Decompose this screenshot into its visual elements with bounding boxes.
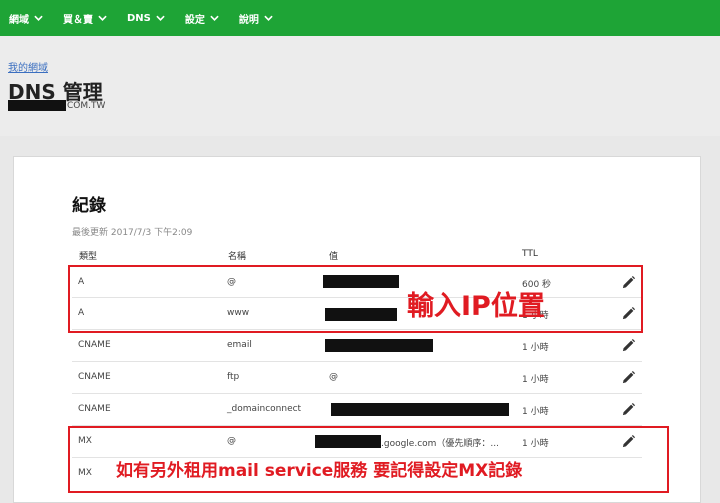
edit-record-button[interactable] xyxy=(621,338,636,353)
redacted-value xyxy=(331,403,509,416)
redacted-domain xyxy=(8,100,66,111)
breadcrumb-my-domains[interactable]: 我的網域 xyxy=(8,59,48,74)
domain-name: COM.TW xyxy=(8,99,105,111)
chevron-down-icon xyxy=(34,15,43,21)
table-row: CNAME ftp @ 1 小時 xyxy=(72,361,642,393)
nav-label: DNS xyxy=(127,12,151,24)
domain-suffix: COM.TW xyxy=(67,101,106,111)
chevron-down-icon xyxy=(264,15,273,21)
nav-buy-sell[interactable]: 買＆賣 xyxy=(63,11,107,26)
nav-label: 設定 xyxy=(184,14,205,26)
last-updated: 最後更新 2017/7/3 下午2:09 xyxy=(72,228,193,238)
redacted-value xyxy=(325,339,433,352)
chevron-down-icon xyxy=(98,15,107,21)
records-title: 紀錄 xyxy=(72,196,106,216)
nav-help[interactable]: 說明 xyxy=(239,11,273,26)
nav-label: 說明 xyxy=(238,14,259,26)
pencil-icon xyxy=(622,402,636,416)
nav-dns[interactable]: DNS xyxy=(127,13,165,24)
record-name: ftp xyxy=(227,372,240,382)
record-value: @ xyxy=(329,372,338,382)
chevron-down-icon xyxy=(156,15,165,21)
nav-domains[interactable]: 網域 xyxy=(9,11,43,26)
record-ttl: 1 小時 xyxy=(522,407,549,417)
record-ttl: 1 小時 xyxy=(522,343,549,353)
edit-record-button[interactable] xyxy=(621,370,636,385)
table-row: CNAME _domainconnect 1 小時 xyxy=(72,393,642,425)
record-name: _domainconnect xyxy=(227,404,302,414)
record-type: CNAME xyxy=(78,340,111,350)
column-header-ttl: TTL xyxy=(522,249,538,259)
table-header: 類型 名稱 值 TTL xyxy=(14,249,700,263)
annotation-ip: 輸入IP位置 xyxy=(407,291,545,322)
edit-record-button[interactable] xyxy=(621,402,636,417)
record-type: CNAME xyxy=(78,372,111,382)
record-ttl: 1 小時 xyxy=(522,375,549,385)
table-row: CNAME email 1 小時 xyxy=(72,329,642,361)
column-header-name: 名稱 xyxy=(228,252,247,262)
annotation-mx: 如有另外租用mail service服務 要記得設定MX記錄 xyxy=(116,461,523,481)
nav-label: 網域 xyxy=(9,14,29,26)
pencil-icon xyxy=(622,370,636,384)
column-header-value: 值 xyxy=(329,252,339,262)
record-name: email xyxy=(227,340,252,350)
nav-label: 買＆賣 xyxy=(63,14,93,26)
record-type: CNAME xyxy=(78,404,111,414)
chevron-down-icon xyxy=(210,15,219,21)
page-header: 我的網域 DNS 管理 COM.TW xyxy=(0,36,720,136)
highlight-a-records xyxy=(68,265,643,333)
top-nav: 網域 買＆賣 DNS 設定 說明 xyxy=(0,0,720,36)
nav-settings[interactable]: 設定 xyxy=(185,11,219,26)
pencil-icon xyxy=(622,338,636,352)
column-header-type: 類型 xyxy=(79,252,98,262)
